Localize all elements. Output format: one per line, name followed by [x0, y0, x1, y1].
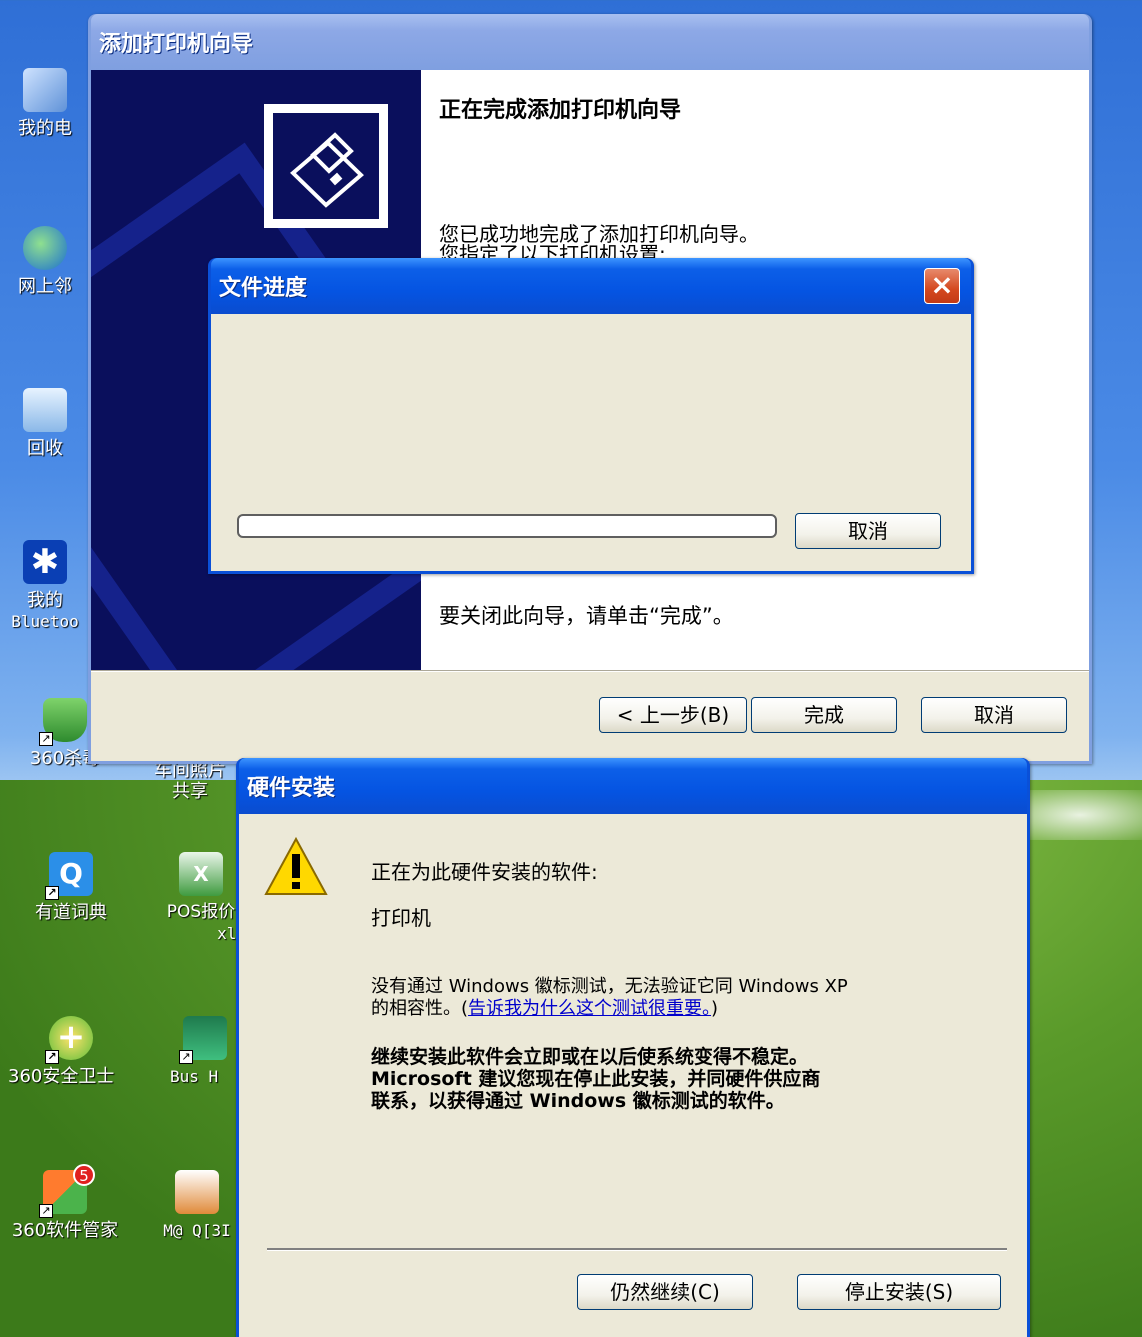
wizard-title: 添加打印机向导 — [99, 32, 254, 57]
wizard-titlebar[interactable]: 添加打印机向导 — [91, 14, 1089, 70]
desktop-icon-label: Bus H — [170, 1067, 219, 1086]
hardware-title: 硬件安装 — [247, 776, 336, 801]
notification-badge: 5 — [73, 1164, 95, 1186]
desktop-icon-label: 我的电 — [18, 118, 72, 139]
shortcut-arrow-icon: ↗ — [45, 886, 59, 900]
hardware-install-dialog: 硬件安装 正在为此硬件安装的软件: 打印机 没有通过 Windows 徽标测试，… — [236, 758, 1030, 1337]
finish-button[interactable]: 完成 — [751, 697, 897, 733]
shortcut-arrow-icon: ↗ — [39, 1204, 53, 1218]
hardware-device-name: 打印机 — [371, 906, 431, 930]
desktop-icon-label: 有道词典 — [35, 902, 107, 923]
progress-title: 文件进度 — [219, 276, 308, 301]
shield-icon: ↗ — [39, 698, 87, 746]
recycle-bin-icon — [23, 388, 67, 432]
shortcut-arrow-icon: ↗ — [39, 732, 53, 746]
bluetooth-icon: ✱ — [23, 540, 67, 584]
back-button[interactable]: < 上一步(B) — [599, 697, 747, 733]
network-globe-icon — [23, 226, 67, 270]
desktop-icon-bluetooth[interactable]: ✱ 我的 Bluetoo — [0, 540, 100, 632]
desktop-icon-label: 360安全卫士 — [8, 1066, 115, 1087]
desktop-icon-label-2: 共享 — [172, 781, 208, 802]
desktop-icon-bus-h[interactable]: ↗ Bus H — [170, 1016, 240, 1087]
progress-body: 取消 — [211, 314, 971, 571]
close-icon[interactable]: × — [924, 268, 960, 304]
desktop-icon-label-2: Bluetoo — [11, 612, 79, 631]
hardware-titlebar[interactable]: 硬件安装 — [239, 758, 1027, 814]
compat-suffix: ) — [711, 998, 719, 1019]
hardware-bold-warning-3: 联系，以获得通过 Windows 徽标测试的软件。 — [371, 1090, 785, 1112]
computer-icon — [23, 68, 67, 112]
desktop-icon-workshop[interactable]: 车间照片 共享 — [140, 760, 240, 802]
monitor-chart-icon: ↗ — [179, 1016, 227, 1064]
software-manager-icon: 5 ↗ — [39, 1164, 95, 1218]
desktop-icon-mq[interactable]: M@ Q[3I — [152, 1170, 242, 1241]
hardware-body: 正在为此硬件安装的软件: 打印机 没有通过 Windows 徽标测试，无法验证它… — [239, 814, 1027, 1337]
progress-cancel-button[interactable]: 取消 — [795, 513, 941, 549]
desktop-icon-label: 网上邻 — [18, 276, 72, 297]
desktop-icon-network[interactable]: 网上邻 — [0, 226, 100, 297]
hardware-software-label: 正在为此硬件安装的软件: — [371, 860, 598, 884]
desktop-icon-label: POS报价 — [166, 902, 236, 922]
desktop-icon-label: 回收 — [27, 438, 63, 459]
compat-prefix: 的相容性。( — [371, 998, 469, 1019]
image-file-icon — [175, 1170, 219, 1214]
desktop-icon-my-computer[interactable]: 我的电 — [0, 68, 100, 139]
progress-bar — [237, 514, 777, 538]
shortcut-arrow-icon: ↗ — [45, 1050, 59, 1064]
desktop-icon-label: 360软件管家 — [11, 1220, 119, 1241]
excel-file-icon: X — [179, 852, 223, 896]
desktop-icon-pos-xls[interactable]: X POS报价 xls — [156, 852, 246, 944]
youdao-dictionary-icon: Q ↗ — [45, 852, 93, 900]
desktop-icon-label: 我的 — [27, 590, 63, 611]
warning-icon — [263, 836, 329, 898]
printer-icon — [264, 104, 388, 228]
progress-titlebar[interactable]: 文件进度 — [211, 258, 971, 314]
shortcut-arrow-icon: ↗ — [179, 1050, 193, 1064]
desktop-icon-label-2: xls — [217, 924, 246, 943]
desktop-icon-youdao[interactable]: Q ↗ 有道词典 — [16, 852, 126, 923]
wizard-divider — [91, 670, 1089, 672]
wizard-cancel-button[interactable]: 取消 — [921, 697, 1067, 733]
desktop-icon-360-softmgr[interactable]: 5 ↗ 360软件管家 — [10, 1164, 120, 1241]
continue-anyway-button[interactable]: 仍然继续(C) — [577, 1274, 753, 1310]
360-plus-icon: + ↗ — [45, 1016, 93, 1064]
wizard-heading: 正在完成添加打印机向导 — [439, 98, 682, 123]
stop-installation-button[interactable]: 停止安装(S) — [797, 1274, 1001, 1310]
desktop-icon-recycle-bin[interactable]: 回收 — [0, 388, 100, 459]
hardware-divider — [267, 1248, 1007, 1251]
desktop-icon-label: M@ Q[3I — [163, 1221, 231, 1240]
desktop-icon-360-safe[interactable]: + ↗ 360安全卫士 — [8, 1016, 126, 1087]
why-test-important-link[interactable]: 告诉我为什么这个测试很重要。 — [468, 998, 711, 1019]
wizard-close-hint: 要关闭此向导，请单击“完成”。 — [439, 604, 734, 628]
hardware-warning-text-2: 的相容性。(告诉我为什么这个测试很重要。) — [371, 994, 718, 1020]
file-progress-dialog: 文件进度 × 取消 — [208, 258, 974, 574]
